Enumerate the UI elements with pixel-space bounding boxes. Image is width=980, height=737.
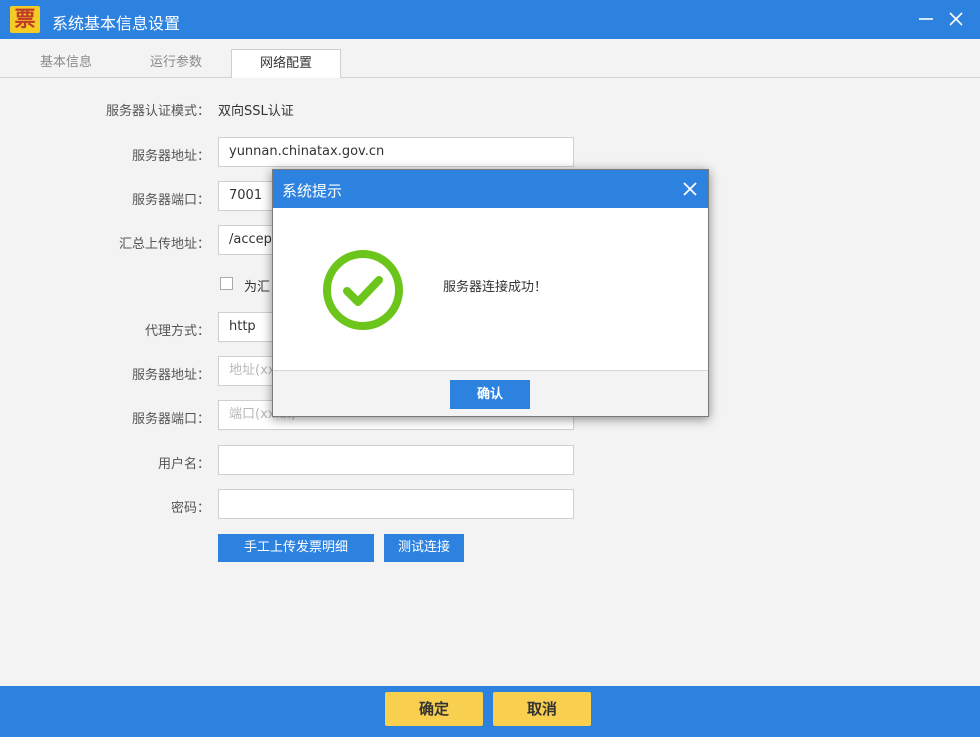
server-address-label: 服务器地址：: [131, 149, 210, 164]
proxy-address-label: 服务器地址：: [131, 368, 210, 383]
server-port-label: 服务器端口：: [131, 193, 210, 208]
server-address-input[interactable]: yunnan.chinatax.gov.cn: [218, 137, 574, 167]
password-input[interactable]: [218, 489, 574, 519]
tab-basic-info[interactable]: 基本信息: [20, 49, 112, 78]
cancel-button[interactable]: 取消: [493, 692, 591, 726]
proxy-port-label: 服务器端口：: [131, 412, 210, 427]
success-check-icon: [323, 250, 403, 330]
dialog-title: 系统提示: [282, 182, 343, 200]
dialog-footer: 确认: [273, 370, 708, 416]
system-prompt-dialog: 系统提示 服务器连接成功！ 确认: [272, 169, 709, 417]
minimize-icon[interactable]: [916, 9, 936, 29]
username-label: 用户名：: [157, 457, 210, 472]
dialog-close-icon[interactable]: [680, 179, 700, 199]
dialog-confirm-button[interactable]: 确认: [450, 380, 530, 409]
window-titlebar: 票 系统基本信息设置: [0, 0, 980, 39]
upload-address-label: 汇总上传地址：: [118, 237, 210, 252]
footer-bar: 确定 取消: [0, 686, 980, 737]
tab-network-config[interactable]: 网络配置: [231, 49, 341, 79]
dialog-message: 服务器连接成功！: [443, 280, 548, 295]
tab-bar: 基本信息 运行参数 网络配置: [0, 39, 980, 79]
upload-checkbox-label: 为汇: [244, 280, 271, 295]
auth-mode-label: 服务器认证模式：: [105, 104, 210, 119]
window-title: 系统基本信息设置: [52, 14, 181, 33]
test-connection-button[interactable]: 测试连接: [384, 534, 464, 562]
ok-button[interactable]: 确定: [385, 692, 483, 726]
auth-mode-value: 双向SSL认证: [218, 104, 294, 119]
close-icon[interactable]: [946, 9, 966, 29]
dialog-header: 系统提示: [273, 170, 708, 208]
manual-upload-button[interactable]: 手工上传发票明细: [218, 534, 374, 562]
password-label: 密码：: [170, 501, 210, 516]
proxy-mode-label: 代理方式：: [144, 324, 210, 339]
tab-runtime-params[interactable]: 运行参数: [130, 49, 222, 78]
upload-checkbox[interactable]: [220, 277, 233, 290]
username-input[interactable]: [218, 445, 574, 475]
app-logo: 票: [10, 6, 40, 33]
dialog-body: 服务器连接成功！: [273, 208, 708, 370]
